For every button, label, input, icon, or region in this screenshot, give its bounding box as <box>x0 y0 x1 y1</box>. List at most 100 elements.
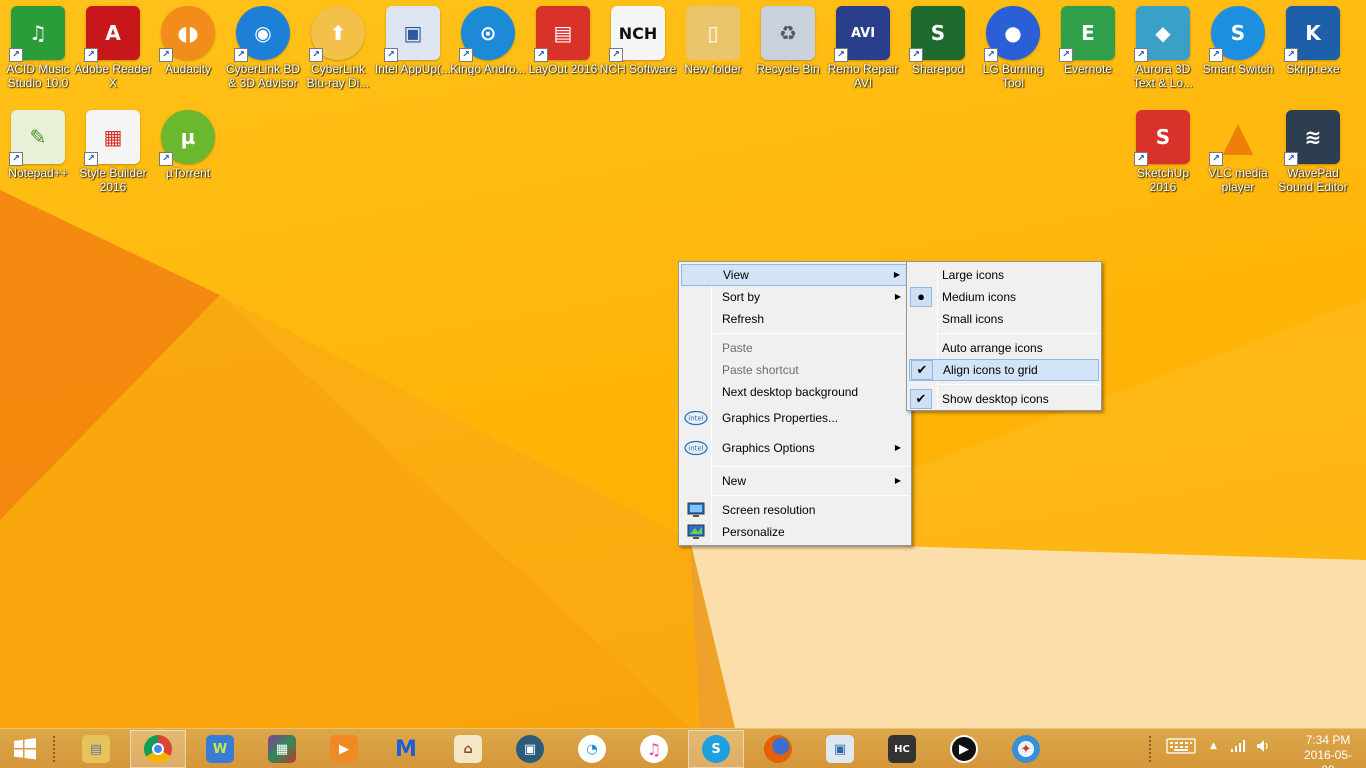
taskbar-hypercam[interactable]: HC <box>874 730 930 768</box>
menu-item-label: Medium icons <box>942 290 1017 304</box>
desktop-icon-lg-burning[interactable]: ● ↗ LG Burning Tool <box>975 0 1051 100</box>
menu-item-view[interactable]: View ▶ <box>681 264 909 286</box>
desktop[interactable]: ♫ ↗ ACID Music Studio 10.0 A ↗ Adobe Reade… <box>0 0 1366 728</box>
tray-grip[interactable] <box>1148 735 1152 763</box>
taskbar-remote-desktop[interactable]: ▣ <box>812 730 868 768</box>
desktop-icon-label: Style Builder 2016 <box>79 166 147 194</box>
taskbar-video-editor[interactable]: ▣ <box>502 730 558 768</box>
cyberlink-bluray-icon: ⬆ ↗ <box>309 6 365 62</box>
desktop-icon-cyberlink-bluray[interactable]: ⬆ ↗ CyberLink Blu-ray Di... <box>300 0 376 100</box>
taskbar-safari[interactable]: ✦ <box>998 730 1054 768</box>
intel-logo-icon: intel <box>684 438 708 458</box>
audacity-icon: ◖◗ ↗ <box>159 6 215 62</box>
taskbar-firefox[interactable] <box>750 730 806 768</box>
desktop-icon-new-folder[interactable]: ▯ New folder <box>675 0 751 100</box>
desktop-icon-evernote[interactable]: E ↗ Evernote <box>1050 0 1126 100</box>
taskbar-itunes[interactable]: ♫ <box>626 730 682 768</box>
menu-item-paste-shortcut[interactable]: Paste shortcut <box>681 359 909 381</box>
taskbar-bank-app[interactable]: ⌂ <box>440 730 496 768</box>
smart-switch-icon: S ↗ <box>1209 6 1265 62</box>
taskbar-winrar[interactable]: ▦ <box>254 730 310 768</box>
desktop-icon-adobe-reader[interactable]: A ↗ Adobe Reader X <box>74 0 152 100</box>
windows-logo-icon <box>14 738 36 760</box>
network-signal-icon[interactable] <box>1230 739 1246 756</box>
wavepad-icon: ≋ ↗ <box>1284 110 1340 166</box>
desktop-icon-audacity[interactable]: ◖◗ ↗ Audacity <box>150 0 226 100</box>
play-circle-icon: ▶ <box>950 735 978 763</box>
desktop-icon-kingo[interactable]: ⊙ ↗ Kingo Andro... <box>450 0 526 100</box>
menu-item-personalize[interactable]: Personalize <box>681 521 909 543</box>
desktop-icon-label: Kingo Andro... <box>450 62 526 76</box>
menu-item-label: Show desktop icons <box>942 392 1049 406</box>
desktop-icon-wavepad[interactable]: ≋ ↗ WavePad Sound Editor <box>1275 104 1351 204</box>
taskbar-malwarebytes[interactable]: M <box>378 730 434 768</box>
taskbar-video-player[interactable]: ▶ <box>936 730 992 768</box>
menu-item-screen-resolution[interactable]: Screen resolution <box>681 499 909 521</box>
desktop-icon-label: VLC media player <box>1208 166 1268 194</box>
desktop-icon-label: NCH Software <box>599 62 677 76</box>
menu-item-label: Graphics Properties... <box>722 411 839 425</box>
aurora-3d-icon: ◆ ↗ <box>1134 6 1190 62</box>
desktop-icon-recycle-bin[interactable]: ♻ Recycle Bin <box>750 0 826 100</box>
menu-item-new[interactable]: New ▶ <box>681 470 909 492</box>
menu-item-refresh[interactable]: Refresh <box>681 308 909 330</box>
desktop-icon-acid-music-studio[interactable]: ♫ ↗ ACID Music Studio 10.0 <box>0 0 76 100</box>
menu-item-graphics-properties[interactable]: intel Graphics Properties... <box>681 405 909 431</box>
remo-repair-icon: AVI ↗ <box>834 6 890 62</box>
desktop-icon-label: Adobe Reader X <box>74 62 152 90</box>
desktop-icon-sharepod[interactable]: S ↗ Sharepod <box>900 0 976 100</box>
desktop-icon-notepad-plus-plus[interactable]: ✎ ↗ Notepad++ <box>0 104 76 204</box>
taskbar-qq-browser[interactable]: ◔ <box>564 730 620 768</box>
menu-item-sort-by[interactable]: Sort by ▶ <box>681 286 909 308</box>
evernote-icon: E ↗ <box>1059 6 1115 62</box>
menu-item-small-icons[interactable]: Small icons <box>909 308 1099 330</box>
desktop-icon-layout[interactable]: ▤ ↗ LayOut 2016 <box>525 0 601 100</box>
menu-item-medium-icons[interactable]: ● Medium icons <box>909 286 1099 308</box>
desktop-icon-utorrent[interactable]: µ ↗ µTorrent <box>150 104 226 204</box>
menu-item-label: Sort by <box>722 290 761 304</box>
menu-item-align-to-grid[interactable]: ✔ Align icons to grid <box>909 359 1099 381</box>
taskbar-skype[interactable]: S <box>688 730 744 768</box>
taskbar-grip[interactable] <box>52 735 56 763</box>
keyboard-icon[interactable] <box>1166 737 1196 758</box>
menu-item-large-icons[interactable]: Large icons <box>909 264 1099 286</box>
taskbar-wondershare[interactable]: W <box>192 730 248 768</box>
desktop-icon-label: Recycle Bin <box>756 62 820 76</box>
checkmark-icon: ✔ <box>911 360 933 380</box>
start-button[interactable] <box>0 730 50 768</box>
menu-item-paste[interactable]: Paste <box>681 337 909 359</box>
menu-item-auto-arrange[interactable]: Auto arrange icons <box>909 337 1099 359</box>
desktop-icon-style-builder[interactable]: ▦ ↗ Style Builder 2016 <box>75 104 151 204</box>
volume-speaker-icon[interactable] <box>1256 739 1272 756</box>
menu-item-label: View <box>723 268 749 282</box>
taskbar-media-player[interactable]: ▶ <box>316 730 372 768</box>
desktop-icon-aurora-3d[interactable]: ◆ ↗ Aurora 3D Text & Lo... <box>1125 0 1201 100</box>
cyberlink-bd-icon: ◉ ↗ <box>234 6 290 62</box>
folder-icon: ▯ <box>686 6 740 60</box>
taskbar-chrome[interactable] <box>130 730 186 768</box>
system-clock[interactable]: 7:34 PM 2016-05-09 <box>1298 733 1358 768</box>
desktop-icon-label: Intel AppUp(... <box>374 62 452 76</box>
malwarebytes-icon: M <box>395 736 417 762</box>
desktop-icon-label: Evernote <box>1063 62 1113 76</box>
desktop-icon-skript[interactable]: K ↗ Skript.exe <box>1275 0 1351 100</box>
desktop-icon-sketchup[interactable]: S ↗ SketchUp 2016 <box>1125 104 1201 204</box>
desktop-icon-label: ACID Music Studio 10.0 <box>6 62 70 90</box>
desktop-icon-intel-appup[interactable]: ▣ ↗ Intel AppUp(... <box>375 0 451 100</box>
desktop-icon-smart-switch[interactable]: S ↗ Smart Switch <box>1200 0 1276 100</box>
desktop-icon-label: CyberLink Blu-ray Di... <box>306 62 370 90</box>
menu-item-show-desktop-icons[interactable]: ✔ Show desktop icons <box>909 388 1099 410</box>
desktop-icon-nch-software[interactable]: NCH ↗ NCH Software <box>600 0 676 100</box>
desktop-icon-remo-repair[interactable]: AVI ↗ Remo Repair AVI <box>825 0 901 100</box>
menu-item-label: Graphics Options <box>722 441 815 455</box>
menu-item-next-desktop-background[interactable]: Next desktop background <box>681 381 909 403</box>
desktop-icon-cyberlink-bd[interactable]: ◉ ↗ CyberLink BD & 3D Advisor <box>225 0 301 100</box>
recycle-bin-icon: ♻ <box>761 6 815 60</box>
menu-item-graphics-options[interactable]: intel Graphics Options ▶ <box>681 435 909 461</box>
acid-music-icon: ♫ ↗ <box>9 6 65 62</box>
desktop-icon-vlc[interactable]: ▲ ↗ VLC media player <box>1200 104 1276 204</box>
taskbar-file-explorer[interactable]: ▤ <box>68 730 124 768</box>
show-hidden-icons-chevron-icon[interactable]: ▲ <box>1210 741 1217 751</box>
personalize-icon <box>684 522 708 542</box>
utorrent-icon: µ ↗ <box>159 110 215 166</box>
